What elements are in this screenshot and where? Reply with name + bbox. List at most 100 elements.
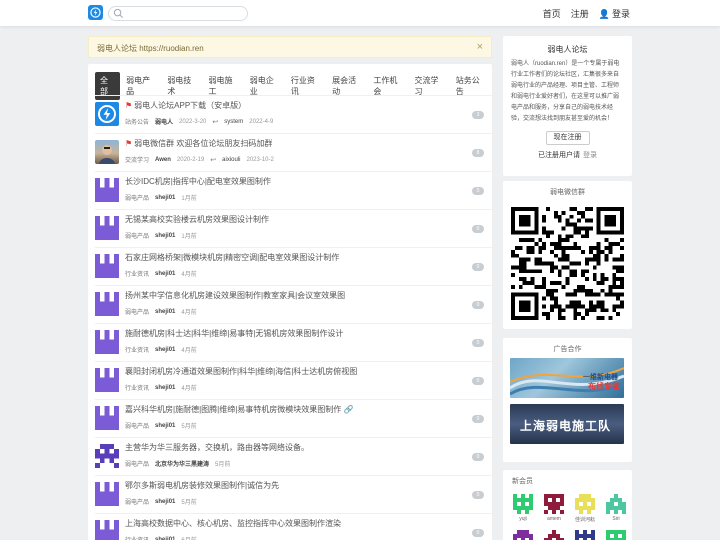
thread-title-link[interactable]: 长沙IDC机房|指挥中心|配电室效果图制作	[125, 176, 271, 187]
notice-text: 弱电人论坛 https://ruodian.ren	[97, 44, 204, 53]
thread-row[interactable]: 上海高校数据中心、核心机房、监控指挥中心效果图制作渲染行业资讯 sheji01 6月…	[95, 513, 492, 540]
thread-category[interactable]: 弱电产品	[125, 231, 149, 240]
pixel-avatar-icon	[95, 254, 119, 278]
register-button[interactable]: 现在注册	[545, 131, 590, 145]
last-reply-date: 2023-10-2	[246, 156, 274, 163]
reply-count-badge: 0	[472, 377, 484, 385]
thread-row[interactable]: 施耐德机房|科士达|科华|维缔|易事特|无锡机房效果图制作设计 行业资讯 sheji…	[95, 323, 492, 361]
thread-title-link[interactable]: ⚑ 弱电微信群 欢迎各位论坛朋友扫码加群	[125, 138, 272, 149]
thread-avatar[interactable]	[95, 368, 119, 392]
thread-category[interactable]: 行业资讯	[125, 345, 149, 354]
thread-category[interactable]: 弱电产品	[125, 497, 149, 506]
member-item[interactable]: 佳训河耘	[573, 494, 597, 523]
thread-row[interactable]: 无锡某高校实验楼云机房效果图设计制作 弱电产品 sheji01 1月前 0	[95, 209, 492, 247]
thread-category[interactable]: 行业资讯	[125, 269, 149, 278]
thread-title-link[interactable]: 石家庄网格桥架|微模块机房|精密空调|配电室效果图设计制作	[125, 252, 339, 263]
member-item[interactable]	[542, 530, 566, 540]
thread-avatar[interactable]	[95, 102, 119, 126]
thread-title-link[interactable]: 襄阳封闭机房冷通道效果图制作|科华|维缔|海信|科士达机房俯视图	[125, 366, 357, 377]
ad-banner-shanghai-team[interactable]: 上海弱电施工队	[510, 404, 624, 444]
thread-author[interactable]: sheji01	[155, 347, 175, 353]
member-avatar	[575, 530, 595, 540]
thread-author[interactable]: sheji01	[155, 499, 175, 505]
thread-category[interactable]: 弱电产品	[125, 307, 149, 316]
thread-author[interactable]: sheji01	[155, 423, 175, 429]
member-item[interactable]	[604, 530, 628, 540]
thread-row[interactable]: 嘉兴科华机房|施耐德|图腾|维缔|易事特机房微模块效果图制作 🔗 弱电产品 shej…	[95, 399, 492, 437]
member-item[interactable]: Siri	[604, 494, 628, 523]
nav-login-link[interactable]: 👤 登录	[599, 7, 630, 20]
thread-avatar[interactable]	[95, 216, 119, 240]
thread-row[interactable]: ⚑ 弱电微信群 欢迎各位论坛朋友扫码加群 交流学习 Awen 2020-2-19 ↩ aix…	[95, 133, 492, 171]
thread-row[interactable]: 长沙IDC机房|指挥中心|配电室效果图制作 弱电产品 sheji01 1月前 0	[95, 171, 492, 209]
thread-author[interactable]: sheji01	[155, 233, 175, 239]
nav-register-link[interactable]: 注册	[571, 7, 589, 20]
thread-author[interactable]: sheji01	[155, 271, 175, 277]
search-input[interactable]	[108, 6, 248, 21]
thread-title-link[interactable]: 上海高校数据中心、核心机房、监控指挥中心效果图制作渲染	[125, 518, 341, 529]
thread-title-text: 长沙IDC机房|指挥中心|配电室效果图制作	[125, 177, 271, 186]
thread-category[interactable]: 弱电产品	[125, 193, 149, 202]
last-reply-user[interactable]: aixiouli	[222, 157, 240, 163]
thread-title-text: 弱电人论坛APP下载（安卓版）	[134, 101, 247, 110]
nav-home-link[interactable]: 首页	[543, 7, 561, 20]
thread-title-text: 扬州某中学信息化机房建设效果图制作|教室家具|会议室效果图	[125, 291, 346, 300]
thread-title-link[interactable]: 施耐德机房|科士达|科华|维缔|易事特|无锡机房效果图制作设计	[125, 328, 343, 339]
thread-category[interactable]: 交流学习	[125, 155, 149, 164]
ad-banner-cabling[interactable]: 一维新电器 布线专家	[510, 358, 624, 398]
thread-row[interactable]: 主营华为华三服务器，交换机，路由器等网络设备。 弱电产品 北京华为华三黑建涛 5月前 0	[95, 437, 492, 475]
thread-author[interactable]: Awen	[155, 157, 171, 163]
site-logo-icon[interactable]	[88, 5, 103, 20]
wechat-group-title: 弱电微信群	[550, 189, 585, 196]
thread-row[interactable]: 石家庄网格桥架|微模块机房|精密空调|配电室效果图设计制作 行业资讯 sheji01…	[95, 247, 492, 285]
thread-title-link[interactable]: 扬州某中学信息化机房建设效果图制作|教室家具|会议室效果图	[125, 290, 345, 301]
ad2-text: 上海弱电施工队	[520, 419, 612, 433]
pixel-avatar-icon	[95, 368, 119, 392]
thread-avatar[interactable]	[95, 254, 119, 278]
thread-avatar[interactable]	[95, 520, 119, 540]
thread-meta: 站务公告 弱电人 2022-3-20 ↩ system 2022-4-9	[125, 117, 274, 127]
thread-row[interactable]: 襄阳封闭机房冷通道效果图制作|科华|维缔|海信|科士达机房俯视图 行业资讯 shej…	[95, 361, 492, 399]
thread-row[interactable]: 扬州某中学信息化机房建设效果图制作|教室家具|会议室效果图 弱电产品 sheji01…	[95, 285, 492, 323]
thread-title-link[interactable]: 鄂尔多斯弱电机房装修效果图制作|诚信为先	[125, 480, 279, 491]
pixel-avatar-icon	[95, 178, 119, 202]
thread-category[interactable]: 站务公告	[125, 117, 149, 126]
thread-category[interactable]: 弱电产品	[125, 459, 149, 468]
close-icon[interactable]: ×	[477, 41, 483, 53]
thread-avatar[interactable]	[95, 482, 119, 506]
thread-author[interactable]: 北京华为华三黑建涛	[155, 459, 209, 468]
thread-meta: 交流学习 Awen 2020-2-19 ↩ aixiouli 2023-10-2	[125, 155, 274, 165]
thread-category[interactable]: 行业资讯	[125, 383, 149, 392]
thread-avatar[interactable]	[95, 406, 119, 430]
member-name: amem	[547, 516, 561, 522]
member-item[interactable]	[573, 530, 597, 540]
thread-avatar[interactable]	[95, 178, 119, 202]
thread-avatar[interactable]	[95, 330, 119, 354]
thread-avatar[interactable]	[95, 292, 119, 316]
site-notice: 弱电人论坛 https://ruodian.ren ×	[88, 36, 492, 58]
reply-count-badge: 8	[472, 149, 484, 157]
thread-author[interactable]: sheji01	[155, 537, 175, 540]
last-reply-date: 2022-4-9	[249, 118, 274, 125]
thread-avatar[interactable]	[95, 140, 119, 164]
forum-title: 弱电人论坛	[547, 45, 588, 54]
thread-date: 4月前	[181, 310, 197, 316]
thread-author[interactable]: sheji01	[155, 195, 175, 201]
thread-title-link[interactable]: ⚑ 弱电人论坛APP下载（安卓版）	[125, 100, 246, 111]
thread-title-link[interactable]: 无锡某高校实验楼云机房效果图设计制作	[125, 214, 269, 225]
thread-row[interactable]: ⚑ 弱电人论坛APP下载（安卓版） 站务公告 弱电人 2022-3-20 ↩ system 2…	[95, 95, 492, 133]
thread-title-link[interactable]: 嘉兴科华机房|施耐德|图腾|维缔|易事特机房微模块效果图制作 🔗	[125, 404, 354, 415]
thread-category[interactable]: 弱电产品	[125, 421, 149, 430]
thread-avatar[interactable]	[95, 444, 119, 468]
thread-author[interactable]: sheji01	[155, 385, 175, 391]
member-item[interactable]	[511, 530, 535, 540]
member-item[interactable]: yuji	[511, 494, 535, 523]
thread-row[interactable]: 鄂尔多斯弱电机房装修效果图制作|诚信为先 弱电产品 sheji01 5月前 0	[95, 475, 492, 513]
sidebar-login-link[interactable]: 登录	[583, 152, 597, 159]
thread-title-link[interactable]: 主营华为华三服务器，交换机，路由器等网络设备。	[125, 442, 309, 453]
last-reply-user[interactable]: system	[224, 119, 243, 125]
member-item[interactable]: amem	[542, 494, 566, 523]
thread-author[interactable]: sheji01	[155, 309, 175, 315]
thread-author[interactable]: 弱电人	[155, 117, 173, 126]
thread-category[interactable]: 行业资讯	[125, 535, 149, 540]
